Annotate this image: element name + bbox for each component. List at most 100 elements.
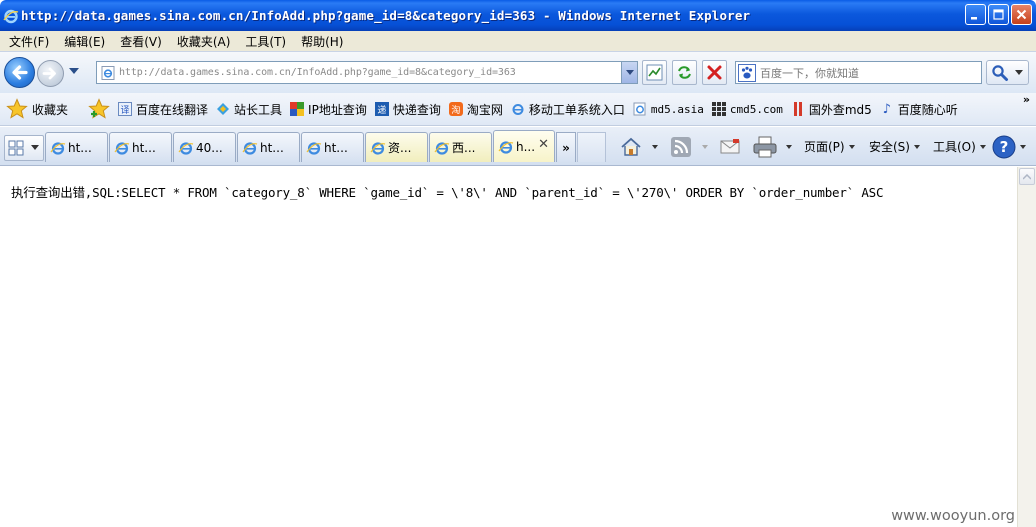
fav-webmaster-tools[interactable]: 站长工具 xyxy=(216,101,282,118)
tab-2[interactable]: ht... xyxy=(109,132,172,162)
close-icon xyxy=(1016,9,1027,20)
print-button[interactable] xyxy=(752,127,792,166)
fav-label: 百度随心听 xyxy=(897,102,958,117)
menu-file[interactable]: 文件(F) xyxy=(9,33,49,50)
tools-menu-button[interactable]: 工具(O) xyxy=(933,127,986,166)
arrow-right-icon xyxy=(42,67,56,80)
ie-page-icon xyxy=(633,102,647,116)
tab-7[interactable]: 西... xyxy=(429,132,492,162)
tab-label: h... xyxy=(516,139,536,154)
fav-baidu-translate[interactable]: 译 百度在线翻译 xyxy=(118,101,208,118)
ie-tab-icon xyxy=(242,141,258,155)
fav-mobile-ticket[interactable]: 移动工单系统入口 xyxy=(511,101,625,118)
address-dropdown[interactable] xyxy=(621,62,637,83)
search-input[interactable]: 百度一下，你就知道 xyxy=(735,61,982,84)
scroll-up-button[interactable] xyxy=(1019,168,1035,185)
search-button[interactable] xyxy=(986,60,1029,85)
tab-3[interactable]: 40... xyxy=(173,132,236,162)
safety-menu-button[interactable]: 安全(S) xyxy=(869,127,920,166)
help-icon: ? xyxy=(992,135,1016,158)
minimize-icon xyxy=(971,17,977,20)
fav-label: 国外查md5 xyxy=(808,102,872,117)
new-tab-button[interactable] xyxy=(577,132,606,162)
fav-label: 百度在线翻译 xyxy=(136,102,209,117)
read-mail-button[interactable] xyxy=(719,127,741,166)
tools-menu-label: 工具(O) xyxy=(933,140,976,154)
tab-label: 西... xyxy=(452,141,476,155)
close-tab-icon[interactable]: ✕ xyxy=(538,137,549,152)
feeds-button[interactable] xyxy=(670,127,708,166)
compatibility-view-button[interactable] xyxy=(642,60,667,85)
home-button[interactable] xyxy=(620,127,658,166)
menu-view[interactable]: 查看(V) xyxy=(120,33,162,50)
printer-icon xyxy=(753,136,777,157)
ip-lookup-icon xyxy=(290,102,305,116)
translate-icon: 译 xyxy=(118,102,133,116)
favorites-center-button[interactable]: 收藏夹 xyxy=(6,98,68,120)
tab-overflow-button[interactable]: » xyxy=(556,132,576,162)
mail-icon xyxy=(720,138,740,153)
ie-tab-icon xyxy=(370,141,386,155)
fav-taobao[interactable]: 淘 淘宝网 xyxy=(448,101,503,118)
tab-5[interactable]: ht... xyxy=(301,132,364,162)
ie-logo-icon xyxy=(3,9,19,23)
star-icon xyxy=(6,98,28,119)
maximize-icon xyxy=(993,9,1004,20)
cmd5-icon xyxy=(711,102,726,116)
watermark: www.wooyun.org xyxy=(891,508,1015,524)
window-title: http://data.games.sina.com.cn/InfoAdd.ph… xyxy=(21,8,751,23)
sql-error-message: 执行查询出错,SQL:SELECT * FROM `category_8` WH… xyxy=(11,185,884,200)
fav-label: 淘宝网 xyxy=(466,102,503,117)
vertical-scrollbar[interactable] xyxy=(1017,167,1036,527)
close-window-button[interactable] xyxy=(1011,4,1032,25)
add-favorite-button[interactable] xyxy=(88,98,112,120)
tab-6[interactable]: 资... xyxy=(365,132,428,162)
help-button[interactable]: ? xyxy=(992,127,1026,166)
menu-favorites[interactable]: 收藏夹(A) xyxy=(177,33,231,50)
tab-label: ht... xyxy=(260,140,284,155)
stop-button[interactable] xyxy=(702,60,727,85)
ie-tab-icon xyxy=(50,141,66,155)
history-dropdown[interactable] xyxy=(69,68,79,74)
chevron-down-icon xyxy=(702,144,708,149)
md5-bars-icon xyxy=(791,102,805,116)
tab-label: 资... xyxy=(388,141,412,155)
svg-text:?: ? xyxy=(1000,138,1009,156)
music-note-icon: ♪ xyxy=(882,101,891,117)
refresh-icon xyxy=(678,66,691,79)
back-button[interactable] xyxy=(4,57,35,88)
tab-1[interactable]: ht... xyxy=(45,132,108,162)
quick-tabs-button[interactable] xyxy=(4,135,44,161)
ie-tab-icon xyxy=(114,141,130,155)
fav-ip-lookup[interactable]: IP地址查询 xyxy=(290,101,367,118)
favorites-more-button[interactable]: » xyxy=(1023,93,1030,106)
ie-tab-icon xyxy=(306,141,322,155)
minimize-button[interactable] xyxy=(965,4,986,25)
refresh-button[interactable] xyxy=(672,60,697,85)
tab-4[interactable]: ht... xyxy=(237,132,300,162)
home-icon xyxy=(621,137,641,156)
menu-edit[interactable]: 编辑(E) xyxy=(64,33,105,50)
fav-baidu-music[interactable]: ♪ 百度随心听 xyxy=(880,101,958,118)
navigation-bar: http://data.games.sina.com.cn/InfoAdd.ph… xyxy=(0,51,1036,93)
compatibility-icon xyxy=(646,64,663,81)
menu-tools[interactable]: 工具(T) xyxy=(245,33,286,50)
favorites-bar: 收藏夹 译 百度在线翻译 站长工具 IP地址查询 递 快递查询 淘 淘宝网 移动… xyxy=(0,93,1036,126)
page-menu-button[interactable]: 页面(P) xyxy=(804,127,855,166)
fav-cmd5[interactable]: cmd5.com xyxy=(711,102,783,116)
chevron-down-icon xyxy=(786,144,792,149)
fav-foreign-md5[interactable]: 国外查md5 xyxy=(791,101,872,118)
chevron-up-icon xyxy=(1023,173,1031,180)
fav-express-lookup[interactable]: 递 快递查询 xyxy=(374,101,441,118)
address-bar[interactable]: http://data.games.sina.com.cn/InfoAdd.ph… xyxy=(96,61,638,84)
quick-tabs-icon xyxy=(8,140,24,156)
tab-label: ht... xyxy=(324,140,348,155)
tab-bar: ht... ht... 40... ht... ht... 资... 西... … xyxy=(0,127,1036,166)
fav-label: md5.asia xyxy=(650,102,704,116)
forward-button[interactable] xyxy=(37,60,64,87)
fav-md5-asia[interactable]: md5.asia xyxy=(633,102,704,116)
tab-8-active[interactable]: h... ✕ xyxy=(493,130,555,162)
menu-help[interactable]: 帮助(H) xyxy=(301,33,343,50)
ie-page-icon xyxy=(511,102,525,116)
maximize-button[interactable] xyxy=(988,4,1009,25)
